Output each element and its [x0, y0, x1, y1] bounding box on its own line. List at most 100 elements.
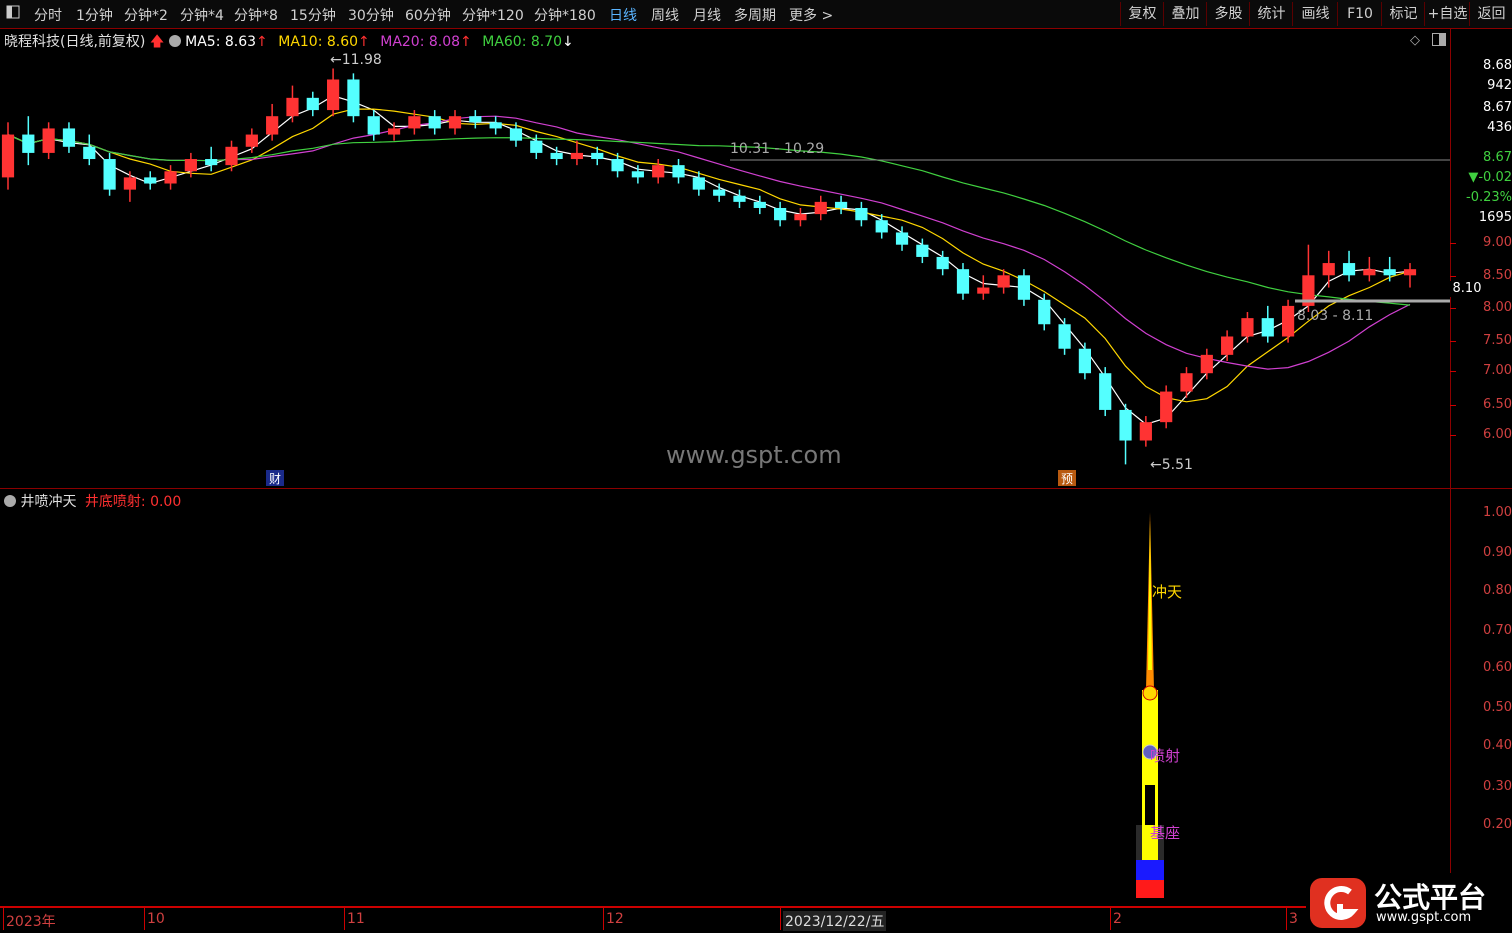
- price-tick-mark: [1450, 371, 1456, 372]
- marker-cai[interactable]: 财: [266, 470, 284, 486]
- candle-body: [692, 177, 705, 190]
- toolbar-button-8[interactable]: 返回: [1469, 2, 1512, 26]
- candle-body: [42, 128, 55, 153]
- period-tab-7[interactable]: 60分钟: [405, 5, 451, 25]
- period-tab-11[interactable]: 周线: [651, 5, 679, 25]
- panel-icon[interactable]: [6, 5, 20, 23]
- candle-body: [794, 214, 807, 221]
- price-tick-3: 7.50: [1483, 333, 1512, 348]
- period-tab-4[interactable]: 分钟*8: [234, 5, 278, 25]
- candle-body: [631, 171, 644, 178]
- candle-body: [1160, 391, 1173, 423]
- diamond-icon[interactable]: ◇: [1410, 33, 1420, 48]
- ma-line-1: [7, 108, 1411, 403]
- ma-line-2: [7, 115, 1411, 370]
- toolbar-button-5[interactable]: F10: [1337, 2, 1382, 26]
- marker-yu[interactable]: 预: [1058, 470, 1076, 486]
- candle-body: [306, 97, 319, 111]
- base-red-bar: [1136, 880, 1164, 898]
- indicator-tick-3: 0.70: [1483, 623, 1512, 638]
- period-tab-6[interactable]: 30分钟: [348, 5, 394, 25]
- candle-body: [123, 177, 137, 190]
- indicator-tick-7: 0.30: [1483, 779, 1512, 794]
- side-value-3: 436: [1487, 120, 1512, 135]
- period-tab-8[interactable]: 分钟*120: [462, 5, 524, 25]
- candle-body: [62, 128, 76, 147]
- candle-body: [875, 220, 888, 233]
- period-tab-3[interactable]: 分钟*4: [180, 5, 224, 25]
- candle-body: [1200, 354, 1213, 374]
- candle-body: [83, 146, 96, 160]
- candle-body: [367, 116, 380, 135]
- toolbar-button-2[interactable]: 多股: [1206, 2, 1250, 26]
- candle-body: [1038, 299, 1051, 325]
- candle-body: [774, 207, 787, 221]
- period-tab-1[interactable]: 1分钟: [76, 5, 113, 25]
- toolbar-button-4[interactable]: 画线: [1292, 2, 1338, 26]
- indicator-chart[interactable]: [0, 490, 1450, 900]
- candle-body: [550, 152, 563, 160]
- candle-body: [1099, 373, 1112, 410]
- spike-marker-top: [1142, 685, 1158, 701]
- candle-body: [184, 159, 197, 172]
- period-tab-13[interactable]: 多周期: [734, 5, 776, 25]
- period-tab-5[interactable]: 15分钟: [290, 5, 336, 25]
- candle-body: [225, 146, 238, 166]
- candle-body: [895, 232, 909, 245]
- price-tick-2: 8.00: [1483, 300, 1512, 315]
- period-tab-2[interactable]: 分钟*2: [124, 5, 168, 25]
- period-tab-10[interactable]: 日线: [609, 5, 637, 25]
- period-tab-14[interactable]: 更多 >: [789, 5, 833, 25]
- ma60-label: MA60: 8.70: [482, 34, 563, 50]
- date-label-5: 2: [1113, 911, 1122, 927]
- candle-body: [1281, 305, 1295, 337]
- price-tick-5: 6.50: [1483, 397, 1512, 412]
- candle-body: [266, 116, 279, 135]
- label-jizuo: 基座: [1150, 824, 1181, 842]
- stock-name: 晓程科技(日线,前复权): [4, 34, 146, 50]
- candle-body: [1058, 324, 1071, 349]
- side-value-7: 1695: [1478, 210, 1512, 225]
- candle-body: [164, 171, 177, 184]
- toolbar-button-0[interactable]: 复权: [1120, 2, 1164, 26]
- price-tick-mark: [1450, 435, 1456, 436]
- price-tick-mark: [1450, 405, 1456, 406]
- candle-body: [1322, 263, 1335, 276]
- toolbar-button-3[interactable]: 统计: [1249, 2, 1293, 26]
- period-tab-0[interactable]: 分时: [34, 5, 62, 25]
- candle-body: [916, 244, 929, 257]
- period-tab-9[interactable]: 分钟*180: [534, 5, 596, 25]
- toolbar-button-1[interactable]: 叠加: [1163, 2, 1207, 26]
- candle-body: [286, 97, 299, 117]
- date-label-0: 2023年: [6, 914, 56, 930]
- toolbar-button-6[interactable]: 标记: [1381, 2, 1425, 26]
- side-value-6: -0.23%: [1466, 190, 1512, 205]
- price-tick-0: 9.00: [1483, 235, 1512, 250]
- candle-body: [1139, 422, 1152, 441]
- candle-body: [713, 189, 726, 196]
- date-label-2: 11: [347, 911, 365, 927]
- candle-body: [1017, 275, 1031, 300]
- candle-body: [1241, 318, 1254, 337]
- brand-logo: 公式平台 www.gspt.com: [1306, 873, 1512, 933]
- base-blue-bar: [1136, 860, 1164, 880]
- candlesticks: [1, 68, 1417, 465]
- candle-body: [570, 152, 584, 160]
- settings-circle-icon[interactable]: [168, 35, 181, 47]
- candle-body: [408, 116, 421, 129]
- sidebar-toggle-icon[interactable]: [1432, 33, 1446, 50]
- candle-body: [1221, 336, 1234, 355]
- price-tick-mark: [1450, 341, 1456, 342]
- price-tick-1: 8.50: [1483, 268, 1512, 283]
- date-tick: [1110, 908, 1111, 930]
- price-chart[interactable]: [0, 50, 1450, 488]
- candle-body: [448, 116, 462, 129]
- watermark: www.gspt.com: [666, 441, 842, 469]
- price-tick-4: 7.00: [1483, 363, 1512, 378]
- price-tick-mark: [1450, 308, 1456, 309]
- period-tab-12[interactable]: 月线: [693, 5, 721, 25]
- toolbar-button-7[interactable]: +自选: [1424, 2, 1470, 26]
- candle-body: [205, 159, 218, 166]
- candle-body: [652, 165, 665, 178]
- candle-body: [245, 134, 258, 147]
